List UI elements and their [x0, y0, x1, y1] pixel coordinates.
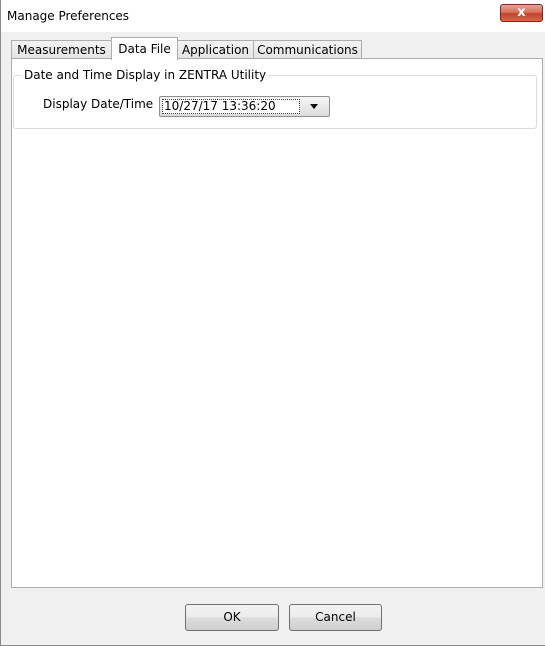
chevron-down-icon[interactable] [310, 104, 318, 109]
display-date-time-dropdown[interactable]: 10/27/17 13:36:20 [159, 96, 330, 117]
group-legend: Date and Time Display in ZENTRA Utility [21, 68, 270, 82]
window-title: Manage Preferences [7, 9, 130, 23]
close-icon: x [517, 5, 526, 20]
tab-application[interactable]: Application [177, 40, 254, 59]
ok-button[interactable]: OK [185, 604, 279, 631]
title-bar: Manage Preferences x [1, 0, 545, 32]
close-button[interactable]: x [500, 4, 543, 22]
tab-measurements[interactable]: Measurements [11, 40, 112, 59]
data-file-tab-panel [11, 58, 543, 588]
manage-preferences-dialog: Manage Preferences x Measurements Data F… [0, 0, 545, 646]
selected-date-time-value: 10/27/17 13:36:20 [162, 99, 300, 114]
cancel-button[interactable]: Cancel [289, 604, 382, 631]
display-date-time-label: Display Date/Time [43, 97, 154, 111]
tab-data-file[interactable]: Data File [111, 37, 178, 60]
tab-communications[interactable]: Communications [253, 40, 362, 59]
